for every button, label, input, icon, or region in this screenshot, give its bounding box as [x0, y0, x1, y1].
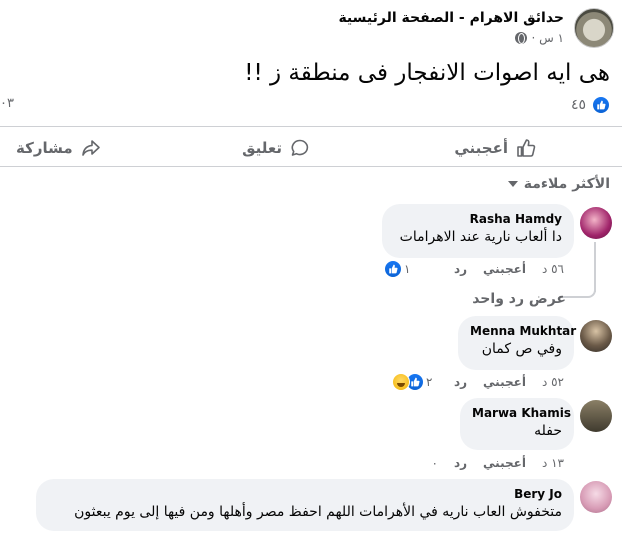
comment-reply-button[interactable]: رد — [454, 262, 467, 276]
post-meta: ١ س · — [515, 31, 564, 45]
haha-reaction-icon — [392, 373, 410, 391]
avatar[interactable] — [580, 400, 612, 432]
comment-actions: ١٣ د أعجبني رد ٠ — [432, 456, 565, 470]
comment-icon — [291, 139, 309, 156]
comment-author[interactable]: Menna Mukhtar — [470, 324, 576, 338]
divider — [0, 166, 622, 167]
comment-reaction-count: ٢ — [426, 375, 433, 389]
comment-button[interactable]: تعليق — [242, 138, 310, 158]
comment-text: دا ألعاب نارية عند الاهرامات — [399, 229, 562, 245]
comment-reply-button[interactable]: رد — [454, 375, 467, 389]
comment-bubble: Menna Mukhtar وفي ص كمان — [458, 316, 576, 370]
comment-filter[interactable]: الأكثر ملاءمة — [507, 176, 610, 192]
comments-count[interactable]: ٠٣ — [0, 96, 14, 111]
page-name[interactable]: حدائق الاهرام - الصفحة الرئيسية — [338, 10, 564, 26]
comment-time[interactable]: ١٣ د — [542, 456, 564, 470]
reaction-summary[interactable]: ٤٥ — [571, 96, 610, 114]
like-reaction-icon — [592, 96, 610, 114]
comment-text: متخفوش العاب ناريه في الأهرامات اللهم اح… — [74, 504, 562, 520]
comment-actions: ٥٢ د أعجبني رد — [454, 375, 564, 389]
view-replies-link[interactable]: عرض رد واحد — [472, 291, 566, 307]
comment-author[interactable]: Bery Jo — [48, 487, 562, 501]
avatar[interactable] — [580, 207, 612, 239]
thumbs-up-icon — [517, 139, 536, 157]
comment-author[interactable]: Rasha Hamdy — [394, 212, 562, 226]
comment-like-button[interactable]: أعجبني — [483, 262, 526, 276]
comment-reaction-count: ٠ — [431, 456, 438, 470]
comment-reaction-count: ١ — [404, 262, 411, 276]
comment-reactions[interactable]: ١ — [384, 260, 410, 278]
comment-like-button[interactable]: أعجبني — [483, 456, 526, 470]
comment-like-button[interactable]: أعجبني — [483, 375, 526, 389]
like-button[interactable]: أعجبني — [454, 138, 536, 158]
comment-time[interactable]: ٥٦ د — [542, 262, 564, 276]
share-label: مشاركة — [16, 139, 73, 157]
avatar[interactable] — [580, 481, 612, 513]
post-time[interactable]: ١ س · — [531, 31, 564, 45]
comment-reactions[interactable]: ٢ — [392, 373, 432, 391]
filter-label: الأكثر ملاءمة — [523, 176, 610, 192]
thread-line — [594, 242, 596, 292]
post-text: هى ايه اصوات الانفجار فى منطقة ز !! — [244, 60, 610, 86]
reaction-count: ٤٥ — [570, 97, 586, 113]
avatar[interactable] — [580, 320, 612, 352]
share-icon — [81, 140, 100, 156]
comment-label: تعليق — [242, 139, 282, 157]
comment-reply-button[interactable]: رد — [454, 456, 467, 470]
chevron-down-icon — [507, 181, 518, 187]
comment-actions: ٥٦ د أعجبني رد — [454, 262, 564, 276]
page-avatar[interactable] — [574, 8, 614, 48]
comment-text: حفله — [534, 423, 562, 439]
comment-bubble: Marwa Khamis حفله — [460, 398, 574, 450]
share-button[interactable]: مشاركة — [16, 138, 101, 158]
like-reaction-icon — [384, 260, 402, 278]
comment-time[interactable]: ٥٢ د — [542, 375, 564, 389]
comment-author[interactable]: Marwa Khamis — [472, 406, 571, 420]
comment-bubble: Bery Jo متخفوش العاب ناريه في الأهرامات … — [36, 479, 574, 531]
globe-icon — [515, 32, 528, 44]
comment-bubble: Rasha Hamdy دا ألعاب نارية عند الاهرامات — [382, 204, 574, 258]
like-label: أعجبني — [454, 139, 508, 157]
comment-text: وفي ص كمان — [481, 341, 562, 357]
divider — [0, 126, 622, 127]
